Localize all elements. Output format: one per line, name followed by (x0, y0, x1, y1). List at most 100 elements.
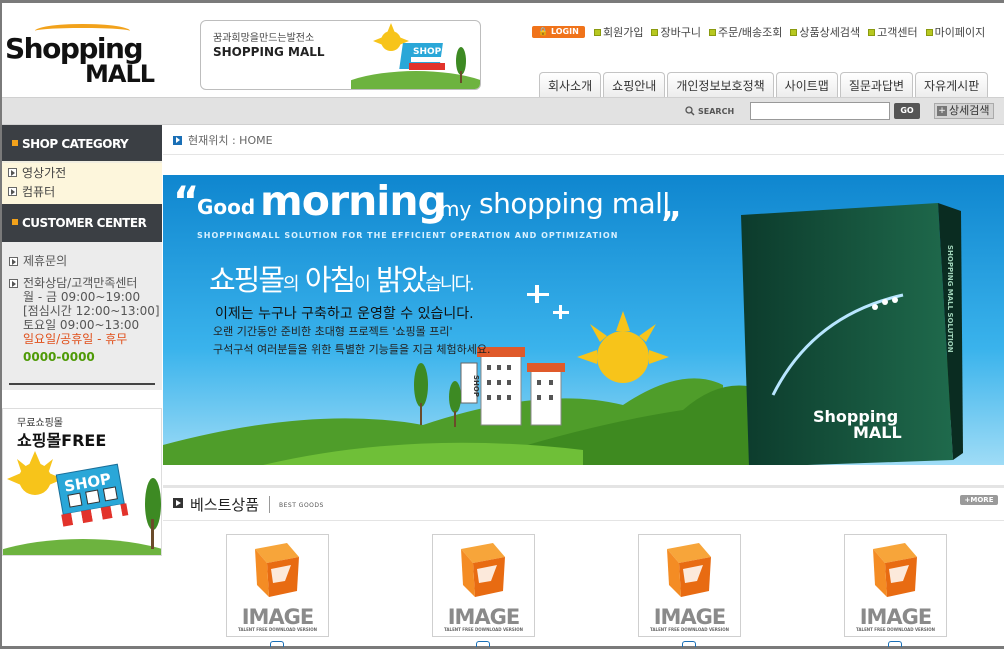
open-quote-icon: “ (173, 179, 200, 225)
box-placeholder-icon (873, 543, 917, 597)
hero-good: Good (197, 195, 256, 219)
advanced-search-label: 상세검색 (949, 104, 990, 117)
tab-free-board[interactable]: 자유게시판 (915, 72, 989, 98)
hours-lunch: [점심시간 12:00~13:00] (23, 304, 160, 318)
hero-headline-a: 쇼핑몰 (209, 263, 285, 297)
tab-shopping-guide[interactable]: 쇼핑안내 (603, 72, 666, 98)
product-item[interactable]: IMAGE TALENT FREE DOWNLOAD VERSION (226, 534, 329, 647)
product-item[interactable]: IMAGE TALENT FREE DOWNLOAD VERSION (844, 534, 947, 647)
product-small-icon (888, 641, 902, 647)
bullet-icon (708, 28, 716, 36)
plus-icon: + (937, 106, 947, 116)
image-placeholder-subtext: TALENT FREE DOWNLOAD VERSION (650, 627, 729, 632)
tab-qna[interactable]: 질문과답변 (839, 72, 914, 98)
square-bullet-icon (12, 219, 18, 225)
breadcrumb-label: 현재위치 : HOME (188, 134, 273, 147)
side-ad-title-eng: FREE (61, 431, 107, 450)
breadcrumb: 현재위치 : HOME (173, 132, 273, 148)
toplink-order-tracking[interactable]: 주문/배송조회 (708, 24, 782, 40)
box-placeholder-icon (255, 543, 299, 597)
tab-company[interactable]: 회사소개 (539, 72, 602, 98)
toplink-cart[interactable]: 장바구니 (651, 24, 701, 40)
toplink-label: 회원가입 (603, 26, 644, 39)
product-item[interactable]: IMAGE TALENT FREE DOWNLOAD VERSION (432, 534, 535, 647)
product-thumbnail[interactable]: IMAGE TALENT FREE DOWNLOAD VERSION (844, 534, 947, 637)
advanced-search-button[interactable]: + 상세검색 (934, 103, 995, 119)
play-arrow-icon (173, 498, 183, 508)
hero-line-3: 구석구석 여러분들을 위한 특별한 기능들을 지금 체험하세요. (213, 343, 491, 356)
magnifier-icon (685, 106, 695, 116)
main-divider (163, 154, 1004, 155)
hero-headline-e: 밝았 (375, 263, 427, 297)
toplink-mypage[interactable]: 마이페이지 (925, 24, 985, 40)
hero-banner[interactable]: SHOP Shopping MALL SHOPPING MALL SOLUTIO… (163, 175, 1004, 465)
phone-number: 0000-0000 (23, 350, 95, 364)
sidebar-free-shopmall-ad[interactable]: 무료쇼핑몰 쇼핑몰FREE SHOP (2, 408, 162, 556)
best-goods-title: 베스트상품 (190, 496, 260, 514)
hours-weekday: 월 - 금 09:00~19:00 (23, 290, 141, 304)
search-input[interactable] (750, 102, 890, 120)
hero-subtitle: SHOPPINGMALL SOLUTION FOR THE EFFICIENT … (197, 231, 619, 240)
product-thumbnail[interactable]: IMAGE TALENT FREE DOWNLOAD VERSION (638, 534, 741, 637)
side-ad-title: 쇼핑몰FREE (17, 427, 106, 451)
arrow-box-icon (8, 168, 17, 177)
category-item-video-electronics[interactable]: 영상가전 (2, 163, 162, 182)
top-banner-ad[interactable]: 꿈과희망을만드는발전소 SHOPPING MALL SHOP (200, 20, 481, 90)
tab-privacy-policy[interactable]: 개인정보보호정책 (667, 72, 774, 98)
arrow-box-icon (9, 257, 18, 266)
top-banner-shop-sign: SHOP (413, 47, 442, 57)
login-label: LOGIN (550, 27, 579, 36)
product-item[interactable]: IMAGE TALENT FREE DOWNLOAD VERSION (638, 534, 741, 647)
partnership-link[interactable]: 제휴문의 (9, 254, 162, 268)
site-logo[interactable]: Shopping MALL (5, 22, 165, 92)
sidebar-divider (9, 383, 155, 385)
toplink-customer-center[interactable]: 고객센터 (868, 24, 918, 40)
phone-center-label: 전화상담/고객만족센터 (23, 276, 138, 290)
image-placeholder-text: IMAGE (447, 605, 521, 629)
top-banner-title: SHOPPING MALL (213, 45, 325, 59)
top-banner-tagline: 꿈과희망을만드는발전소 (213, 33, 315, 44)
best-products-list: IMAGE TALENT FREE DOWNLOAD VERSION IMAGE… (163, 534, 1004, 647)
toplink-join[interactable]: 회원가입 (594, 24, 643, 40)
category-label: 영상가전 (22, 166, 67, 180)
hero-headline-f: 습니다. (425, 274, 474, 295)
image-placeholder-text: IMAGE (653, 605, 727, 629)
toplink-label: 장바구니 (660, 26, 701, 39)
search-bar: SEARCH GO + 상세검색 (2, 97, 1004, 125)
toplink-product-search[interactable]: 상품상세검색 (790, 24, 860, 40)
shop-illustration-icon: SHOP (351, 23, 480, 89)
image-placeholder-text: IMAGE (859, 605, 933, 629)
title-separator (269, 496, 270, 513)
hero-headline-d: 이 (354, 274, 371, 295)
best-goods-header: 베스트상품 BEST GOODS +MORE (163, 485, 1004, 521)
image-placeholder-text: IMAGE (241, 605, 315, 629)
partnership-label: 제휴문의 (23, 254, 68, 268)
search-go-button[interactable]: GO (894, 103, 920, 119)
product-small-icon (682, 641, 696, 647)
customer-center-info: 제휴문의 전화상담/고객만족센터 월 - 금 09:00~19:00 [점심시간… (2, 242, 162, 390)
product-thumbnail[interactable]: IMAGE TALENT FREE DOWNLOAD VERSION (432, 534, 535, 637)
shop-illustration-icon: SHOP (3, 451, 161, 555)
hero-headline-c: 아침 (304, 263, 356, 297)
square-bullet-icon (12, 140, 18, 146)
customer-center-title: CUSTOMER CENTER (22, 216, 147, 230)
hero-morning: morning (260, 177, 447, 225)
more-button[interactable]: +MORE (960, 495, 998, 505)
product-small-icon (270, 641, 284, 647)
tab-sitemap[interactable]: 사이트맵 (775, 72, 838, 98)
customer-center-header: CUSTOMER CENTER (2, 204, 162, 242)
arrow-box-icon (9, 279, 18, 288)
image-placeholder-subtext: TALENT FREE DOWNLOAD VERSION (238, 627, 317, 632)
login-button[interactable]: 🔒 LOGIN (532, 26, 585, 38)
category-item-computer[interactable]: 컴퓨터 (2, 182, 162, 201)
more-label: MORE (970, 496, 994, 504)
bullet-icon (790, 28, 798, 36)
product-thumbnail[interactable]: IMAGE TALENT FREE DOWNLOAD VERSION (226, 534, 329, 637)
bullet-icon (925, 28, 933, 36)
hero-text-layer: “ Good morning my shopping mall „ SHOPPI… (163, 175, 1004, 465)
shop-category-header: SHOP CATEGORY (2, 125, 162, 163)
product-small-icon (476, 641, 490, 647)
left-sidebar: SHOP CATEGORY 영상가전 컴퓨터 CUSTOMER CENTER 제… (2, 125, 162, 646)
side-ad-title-kor: 쇼핑몰 (17, 431, 62, 450)
shop-category-title: SHOP CATEGORY (22, 137, 129, 151)
